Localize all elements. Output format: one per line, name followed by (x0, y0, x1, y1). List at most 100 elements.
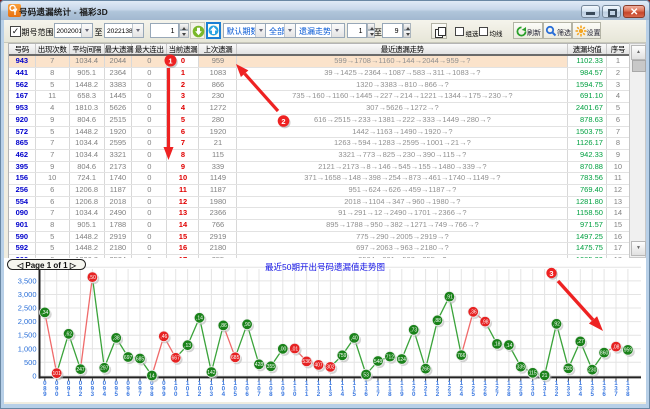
svg-text:9: 9 (281, 391, 285, 398)
svg-text:,00: ,00 (279, 347, 286, 353)
svg-text:5: 5 (471, 391, 475, 398)
svg-text:6: 6 (245, 391, 249, 398)
svg-text:4: 4 (103, 391, 107, 398)
svg-text:,46: ,46 (160, 334, 167, 340)
svg-text:3: 3 (448, 391, 452, 398)
svg-text:355: 355 (267, 364, 276, 370)
svg-text:,73: ,73 (410, 328, 417, 334)
svg-text:2,500: 2,500 (18, 304, 37, 313)
svg-text:,62: ,62 (65, 332, 72, 338)
svg-text:2: 2 (79, 391, 83, 398)
svg-text:14: 14 (149, 374, 155, 380)
svg-text:8: 8 (626, 391, 630, 398)
svg-text:,50: ,50 (89, 275, 96, 281)
svg-text:2,000: 2,000 (18, 317, 37, 326)
svg-text:685: 685 (136, 357, 145, 363)
svg-text:142: 142 (207, 370, 216, 376)
svg-text:,34: ,34 (41, 311, 48, 317)
svg-text:1,000: 1,000 (18, 345, 37, 354)
svg-text:6: 6 (602, 391, 606, 398)
svg-text:230: 230 (588, 368, 597, 374)
svg-text:697: 697 (124, 355, 133, 361)
svg-text:624: 624 (398, 357, 407, 363)
svg-text:7: 7 (495, 391, 499, 398)
svg-text:,98: ,98 (482, 320, 489, 326)
svg-text:3,000: 3,000 (18, 290, 37, 299)
svg-text:9: 9 (519, 391, 523, 398)
svg-text:0: 0 (531, 391, 535, 398)
svg-text:,18: ,18 (494, 342, 501, 348)
svg-text:8: 8 (388, 391, 392, 398)
svg-text:712: 712 (386, 355, 395, 361)
svg-text:759: 759 (338, 353, 347, 359)
svg-text:2: 2 (317, 391, 321, 398)
svg-text:,27: ,27 (577, 340, 584, 346)
svg-text:500: 500 (24, 358, 37, 367)
svg-text:548: 548 (374, 359, 383, 365)
svg-text:2: 2 (436, 391, 440, 398)
svg-text:,01: ,01 (291, 347, 298, 353)
svg-text:536: 536 (302, 360, 311, 366)
svg-text:,40: ,40 (351, 336, 358, 342)
svg-text:7: 7 (257, 391, 261, 398)
svg-text:667: 667 (172, 356, 181, 362)
svg-text:101: 101 (53, 371, 62, 377)
svg-text:1: 1 (67, 391, 71, 398)
svg-text:,14: ,14 (196, 316, 203, 322)
svg-text:685: 685 (231, 355, 240, 361)
svg-text:0: 0 (174, 391, 178, 398)
svg-text:2: 2 (198, 391, 202, 398)
svg-text:8: 8 (269, 391, 273, 398)
svg-text:4: 4 (579, 391, 583, 398)
svg-text:53: 53 (363, 373, 369, 379)
svg-text:766: 766 (457, 353, 466, 359)
svg-text:8: 8 (507, 391, 511, 398)
svg-text:3,500: 3,500 (18, 277, 37, 286)
svg-text:5: 5 (233, 391, 237, 398)
svg-text:,92: ,92 (553, 322, 560, 328)
svg-text:115: 115 (529, 371, 537, 377)
svg-text:,36: ,36 (470, 310, 477, 316)
svg-text:4: 4 (222, 391, 226, 398)
svg-text:407: 407 (314, 363, 323, 369)
svg-text:7: 7 (376, 391, 380, 398)
svg-text:5: 5 (590, 391, 594, 398)
svg-text:,14: ,14 (505, 343, 512, 349)
svg-text:302: 302 (326, 365, 335, 371)
svg-text:,86: ,86 (220, 324, 227, 330)
svg-text:6: 6 (483, 391, 487, 398)
svg-text:3: 3 (329, 391, 333, 398)
svg-text:,88: ,88 (434, 318, 441, 324)
svg-text:,38: ,38 (113, 336, 120, 342)
svg-text:247: 247 (76, 367, 85, 373)
svg-text:9: 9 (162, 391, 166, 398)
svg-text:1: 1 (424, 391, 428, 398)
svg-text:3: 3 (91, 391, 95, 398)
svg-text:7: 7 (138, 391, 142, 398)
svg-text:1: 1 (186, 391, 190, 398)
svg-text:0: 0 (293, 391, 297, 398)
svg-text:9: 9 (400, 391, 404, 398)
svg-text:266: 266 (421, 367, 430, 373)
svg-text:21: 21 (542, 373, 548, 379)
svg-text:2: 2 (555, 391, 559, 398)
svg-text:1,500: 1,500 (18, 331, 37, 340)
svg-text:1: 1 (543, 391, 547, 398)
svg-text:6: 6 (364, 391, 368, 398)
svg-text:8: 8 (150, 391, 154, 398)
svg-text:3: 3 (210, 391, 214, 398)
svg-text:4: 4 (460, 391, 464, 398)
svg-text:7: 7 (614, 391, 618, 398)
svg-text:860: 860 (600, 351, 609, 357)
svg-text:297: 297 (100, 366, 109, 372)
svg-text:3: 3 (567, 391, 571, 398)
svg-text:0: 0 (55, 391, 59, 398)
svg-text:5: 5 (352, 391, 356, 398)
svg-text:9: 9 (43, 391, 47, 398)
svg-text:5: 5 (114, 391, 118, 398)
svg-text:959: 959 (624, 348, 633, 354)
svg-text:280: 280 (564, 366, 573, 372)
svg-text:6: 6 (126, 391, 130, 398)
svg-text:,13: ,13 (184, 343, 191, 349)
svg-text:339: 339 (517, 365, 526, 371)
